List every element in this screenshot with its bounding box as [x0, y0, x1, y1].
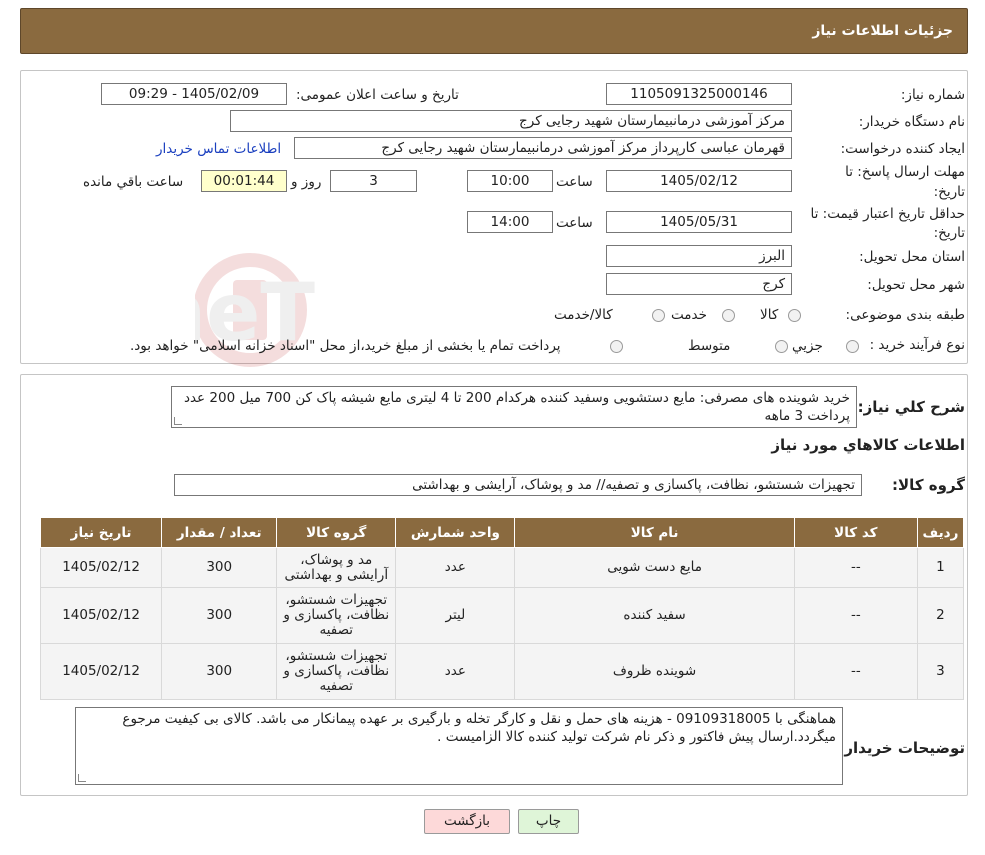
cell-row: 2 [916, 587, 965, 644]
cell-group: تجهیزات شستشو، نظافت، پاکسازی و تصفیه [276, 643, 397, 700]
category-radio-goods-service[interactable] [652, 309, 665, 322]
cell-name: سفید کننده [514, 587, 795, 644]
process-radio-minor[interactable] [846, 340, 859, 353]
creator-field: قهرمان عباسی کارپرداز مرکز آموزشی درمانب… [294, 137, 792, 159]
category-option-goods: کالا [760, 307, 779, 323]
description-textarea[interactable]: خرید شوینده های مصرفی: مایع دستشویی وسفی… [171, 386, 857, 428]
goods-group-label: گروه کالا: [892, 476, 965, 494]
col-group: گروه کالا [276, 517, 397, 548]
process-type-label: نوع فرآیند خرید : [869, 337, 965, 353]
category-radio-goods[interactable] [788, 309, 801, 322]
price-validity-label-date: تاریخ: [933, 225, 965, 241]
col-qty: تعداد / مقدار [161, 517, 278, 548]
buyer-contact-link[interactable]: اطلاعات تماس خریدار [156, 141, 281, 157]
items-table: ردیف کد کالا نام کالا واحد شمارش گروه کا… [39, 517, 965, 700]
cell-unit: عدد [395, 643, 516, 700]
cell-unit: لیتر [395, 587, 516, 644]
category-radio-service[interactable] [722, 309, 735, 322]
resize-grip-icon[interactable] [78, 774, 86, 782]
province-label: استان محل تحویل: [859, 249, 965, 265]
cell-group: مد و پوشاک، آرایشی و بهداشتی [276, 547, 397, 588]
cell-unit: عدد [395, 547, 516, 588]
days-label: روز و [291, 174, 322, 190]
need-number-field: 1105091325000146 [606, 83, 792, 105]
back-button[interactable]: بازگشت [424, 809, 510, 834]
announce-field: 1405/02/09 - 09:29 [101, 83, 287, 105]
reply-date-field: 1405/02/12 [606, 170, 792, 192]
print-button[interactable]: چاپ [518, 809, 579, 834]
cell-group: تجهیزات شستشو، نظافت، پاکسازی و تصفیه [276, 587, 397, 644]
cell-date: 1405/02/12 [39, 547, 163, 588]
buyer-label: نام دستگاه خریدار: [858, 114, 965, 130]
cell-name: مایع دست شویی [514, 547, 795, 588]
city-label: شهر محل تحویل: [867, 277, 965, 293]
city-field: کرج [606, 273, 792, 295]
col-code: کد کالا [793, 517, 918, 548]
remaining-time-field: 00:01:44 [201, 170, 287, 192]
cell-row: 3 [916, 643, 965, 700]
cell-date: 1405/02/12 [39, 587, 163, 644]
table-row: 1 -- مایع دست شویی عدد مد و پوشاک، آرایش… [39, 547, 965, 588]
days-field: 3 [330, 170, 417, 192]
cell-code: -- [793, 643, 918, 700]
buyer-notes-text: هماهنگی با 09109318005 - هزینه های حمل و… [122, 711, 836, 745]
cell-qty: 300 [161, 643, 278, 700]
cell-date: 1405/02/12 [39, 643, 163, 700]
buyer-field: مرکز آموزشی درمانبیمارستان شهید رجایی کر… [230, 110, 792, 132]
province-field: البرز [606, 245, 792, 267]
cell-code: -- [793, 587, 918, 644]
process-option-minor: جزیي [792, 338, 823, 354]
buyer-notes-label: توضیحات خریدار: [838, 739, 965, 757]
category-label: طبقه بندی موضوعی: [845, 307, 965, 323]
price-validity-label: حداقل تاریخ اعتبار قیمت: تا [810, 206, 965, 222]
cell-name: شوینده ظروف [514, 643, 795, 700]
page-header: جزئیات اطلاعات نیاز [20, 8, 968, 54]
reply-time-field: 10:00 [467, 170, 553, 192]
need-number-label: شماره نیاز: [900, 87, 965, 103]
table-header-row: ردیف کد کالا نام کالا واحد شمارش گروه کا… [39, 517, 965, 548]
resize-grip-icon[interactable] [174, 417, 182, 425]
cell-code: -- [793, 547, 918, 588]
process-option-medium: متوسط [688, 338, 731, 354]
process-note: پرداخت تمام یا بخشی از مبلغ خرید،از محل … [130, 338, 561, 354]
cell-qty: 300 [161, 547, 278, 588]
treasury-checkbox[interactable] [610, 340, 623, 353]
table-row: 3 -- شوینده ظروف عدد تجهیزات شستشو، نظاف… [39, 643, 965, 700]
remaining-label: ساعت باقي مانده [83, 174, 184, 190]
table-row: 2 -- سفید کننده لیتر تجهیزات شستشو، نظاف… [39, 587, 965, 644]
col-date: تاریخ نیاز [39, 517, 163, 548]
category-option-goods-service: کالا/خدمت [554, 307, 613, 323]
col-name: نام کالا [514, 517, 795, 548]
validity-time-field: 14:00 [467, 211, 553, 233]
goods-info-title: اطلاعات کالاهاي مورد نياز [771, 436, 965, 454]
page-title: جزئیات اطلاعات نیاز [812, 23, 953, 39]
cell-row: 1 [916, 547, 965, 588]
validity-time-label: ساعت [556, 215, 593, 231]
process-radio-medium[interactable] [775, 340, 788, 353]
buyer-notes-textarea[interactable]: هماهنگی با 09109318005 - هزینه های حمل و… [75, 707, 843, 785]
col-unit: واحد شمارش [395, 517, 516, 548]
reply-deadline-label-date: تاریخ: [933, 184, 965, 200]
creator-label: ایجاد کننده درخواست: [840, 141, 965, 157]
announce-label: تاریخ و ساعت اعلان عمومی: [296, 87, 459, 103]
description-label: شرح کلي نياز: [857, 398, 965, 416]
goods-group-field: تجهیزات شستشو، نظافت، پاکسازی و تصفیه// … [174, 474, 862, 496]
col-row: ردیف [916, 517, 965, 548]
category-option-service: خدمت [671, 307, 707, 323]
reply-deadline-label: مهلت ارسال پاسخ: تا [845, 164, 965, 180]
cell-qty: 300 [161, 587, 278, 644]
validity-date-field: 1405/05/31 [606, 211, 792, 233]
reply-time-label: ساعت [556, 174, 593, 190]
description-text: خرید شوینده های مصرفی: مایع دستشویی وسفی… [183, 390, 850, 424]
